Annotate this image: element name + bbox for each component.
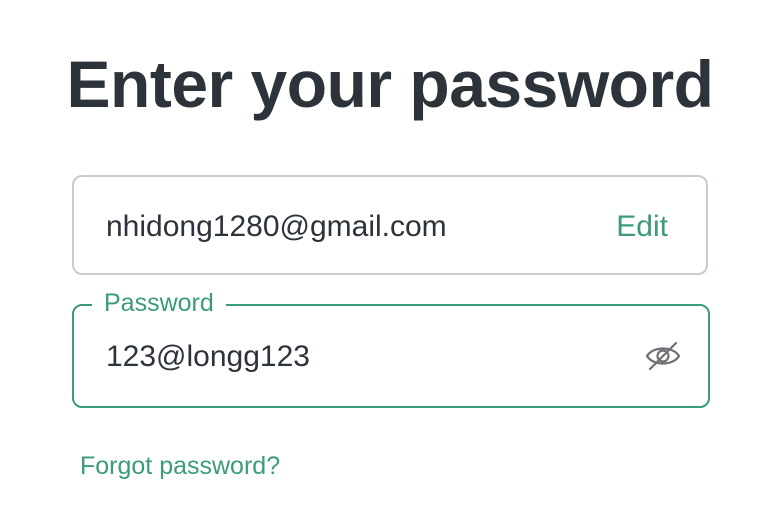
eye-slash-icon[interactable] <box>644 340 682 372</box>
email-value: nhidong1280@gmail.com <box>106 210 447 243</box>
edit-email-link[interactable]: Edit <box>616 209 668 245</box>
password-input[interactable] <box>104 336 608 378</box>
email-display-field: nhidong1280@gmail.com Edit <box>72 175 708 275</box>
page-title: Enter your password <box>66 47 715 121</box>
password-field[interactable]: Password <box>72 286 710 408</box>
forgot-password-link[interactable]: Forgot password? <box>80 450 280 482</box>
password-label: Password <box>92 286 226 320</box>
